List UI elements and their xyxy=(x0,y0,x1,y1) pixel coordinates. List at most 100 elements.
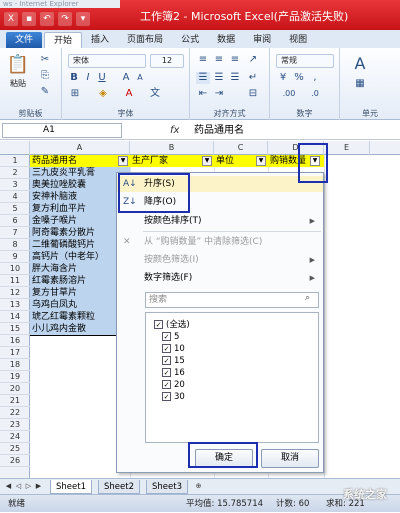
row-header[interactable]: 21 xyxy=(0,395,30,407)
align-top-icon[interactable]: ≡ xyxy=(196,54,210,66)
tab-data[interactable]: 数据 xyxy=(208,32,244,48)
cancel-button[interactable]: 取消 xyxy=(261,449,319,468)
menu-item-number-filters[interactable]: 数字筛选(F) ▶ xyxy=(117,270,323,286)
cell-a[interactable]: 小儿鸡内金散 xyxy=(30,323,130,335)
cell-a[interactable]: 红霉素肠溶片 xyxy=(30,275,130,287)
cell-a[interactable]: 奥美拉唑胶囊 xyxy=(30,179,130,191)
menu-item-sort-ascending[interactable]: A↓ 升序(S) xyxy=(117,176,323,192)
column-header-e[interactable]: E xyxy=(324,141,370,155)
row-header[interactable]: 9 xyxy=(0,251,30,263)
column-header-b[interactable]: B xyxy=(130,141,214,155)
filter-checkbox-item[interactable]: ✓ 16 xyxy=(162,367,185,379)
first-sheet-icon[interactable]: ◀ xyxy=(4,481,13,492)
filter-value-list[interactable]: ✓ (全选) ✓ 5 ✓ 10 ✓ 15 ✓ 16 ✓ 20 ✓ 30 xyxy=(145,312,319,443)
name-box[interactable]: A1 xyxy=(2,123,122,138)
bold-icon[interactable]: B xyxy=(68,72,80,84)
copy-icon[interactable]: ⎘ xyxy=(38,70,52,82)
tab-review[interactable]: 审阅 xyxy=(244,32,280,48)
align-center-icon[interactable]: ☰ xyxy=(212,72,226,84)
grow-font-icon[interactable]: A xyxy=(120,72,132,84)
row-header[interactable]: 18 xyxy=(0,359,30,371)
row-header[interactable]: 15 xyxy=(0,323,30,335)
cell-a[interactable]: 琥乙红霉素颗粒 xyxy=(30,311,130,323)
format-painter-icon[interactable]: ✎ xyxy=(38,86,52,98)
cell-a[interactable]: 乌鸡白凤丸 xyxy=(30,299,130,311)
row-header[interactable]: 6 xyxy=(0,215,30,227)
merge-center-icon[interactable]: ⊟ xyxy=(246,88,260,100)
row-header[interactable]: 1 xyxy=(0,155,30,167)
cell-a[interactable]: 安神补脑液 xyxy=(30,191,130,203)
filter-checkbox-select-all[interactable]: ✓ (全选) xyxy=(154,319,190,331)
wrap-text-icon[interactable]: ↵ xyxy=(246,72,260,84)
filter-dropdown-c[interactable]: ▼ xyxy=(256,156,266,166)
number-format-select[interactable]: 常规 xyxy=(276,54,334,68)
font-color-icon[interactable]: A xyxy=(122,88,136,100)
paste-button[interactable]: 粘贴 xyxy=(4,78,32,90)
align-middle-icon[interactable]: ≡ xyxy=(212,54,226,66)
tab-view[interactable]: 视图 xyxy=(280,32,316,48)
row-header[interactable]: 7 xyxy=(0,227,30,239)
cell-a[interactable]: 复方甘草片 xyxy=(30,287,130,299)
menu-item-sort-by-color[interactable]: 按颜色排序(T) ▶ xyxy=(117,213,323,229)
column-header-a[interactable]: A xyxy=(30,141,130,155)
last-sheet-icon[interactable]: ▶ xyxy=(34,481,43,492)
filter-dropdown-a[interactable]: ▼ xyxy=(118,156,128,166)
column-header-d[interactable]: D xyxy=(268,141,324,155)
row-header[interactable]: 24 xyxy=(0,431,30,443)
row-header[interactable]: 5 xyxy=(0,203,30,215)
align-bottom-icon[interactable]: ≡ xyxy=(228,54,242,66)
styles-icon[interactable]: A xyxy=(348,54,372,74)
cell-a[interactable]: 阿奇霉素分散片 xyxy=(30,227,130,239)
row-header[interactable]: 23 xyxy=(0,419,30,431)
increase-indent-icon[interactable]: ⇥ xyxy=(212,88,226,100)
tab-file[interactable]: 文件 xyxy=(6,32,43,48)
font-name-select[interactable]: 宋体 xyxy=(68,54,146,68)
row-header[interactable]: 2 xyxy=(0,167,30,179)
italic-icon[interactable]: I xyxy=(82,72,94,84)
row-header[interactable]: 13 xyxy=(0,299,30,311)
prev-sheet-icon[interactable]: ◁ xyxy=(14,481,23,492)
align-left-icon[interactable]: ☰ xyxy=(196,72,210,84)
underline-icon[interactable]: U xyxy=(96,72,108,84)
currency-icon[interactable]: ¥ xyxy=(276,72,290,84)
decrease-indent-icon[interactable]: ⇤ xyxy=(196,88,210,100)
row-header[interactable]: 8 xyxy=(0,239,30,251)
row-header[interactable]: 3 xyxy=(0,179,30,191)
paste-icon[interactable]: 📋 xyxy=(6,54,30,76)
orientation-icon[interactable]: ↗ xyxy=(246,54,260,66)
conditional-format-icon[interactable]: ▦ xyxy=(348,78,372,90)
row-header[interactable]: 20 xyxy=(0,383,30,395)
undo-icon[interactable]: ↶ xyxy=(40,12,54,26)
row-header[interactable]: 26 xyxy=(0,455,30,467)
filter-dropdown-b[interactable]: ▼ xyxy=(202,156,212,166)
tab-insert[interactable]: 插入 xyxy=(82,32,118,48)
comma-icon[interactable]: , xyxy=(308,72,322,84)
decrease-decimal-icon[interactable]: .0 xyxy=(304,88,326,100)
row-header[interactable]: 14 xyxy=(0,311,30,323)
ok-button[interactable]: 确定 xyxy=(195,449,253,468)
customize-qat-icon[interactable]: ▾ xyxy=(76,12,90,26)
row-header[interactable]: 25 xyxy=(0,443,30,455)
phonetic-icon[interactable]: 文 xyxy=(148,88,162,100)
percent-icon[interactable]: % xyxy=(292,72,306,84)
row-header[interactable]: 4 xyxy=(0,191,30,203)
cell-a[interactable]: 三九皮炎平乳膏 xyxy=(30,167,130,179)
filter-checkbox-item[interactable]: ✓ 5 xyxy=(162,331,179,343)
increase-decimal-icon[interactable]: .00 xyxy=(278,88,300,100)
formula-input[interactable]: 药品通用名 xyxy=(190,123,398,138)
row-header[interactable]: 17 xyxy=(0,347,30,359)
row-header[interactable]: 22 xyxy=(0,407,30,419)
shrink-font-icon[interactable]: A xyxy=(134,72,146,84)
filter-checkbox-item[interactable]: ✓ 15 xyxy=(162,355,185,367)
align-right-icon[interactable]: ☰ xyxy=(228,72,242,84)
insert-function-icon[interactable]: fx xyxy=(170,123,184,138)
borders-icon[interactable]: ⊞ xyxy=(68,88,82,100)
row-header[interactable]: 19 xyxy=(0,371,30,383)
row-header[interactable]: 10 xyxy=(0,263,30,275)
row-header[interactable]: 16 xyxy=(0,335,30,347)
sheet-tab-2[interactable]: Sheet2 xyxy=(98,480,140,494)
sheet-tab-1[interactable]: Sheet1 xyxy=(50,480,92,494)
filter-search-input[interactable]: 搜索 xyxy=(145,292,319,308)
tab-page-layout[interactable]: 页面布局 xyxy=(118,32,172,48)
fill-color-icon[interactable]: ◈ xyxy=(96,88,110,100)
